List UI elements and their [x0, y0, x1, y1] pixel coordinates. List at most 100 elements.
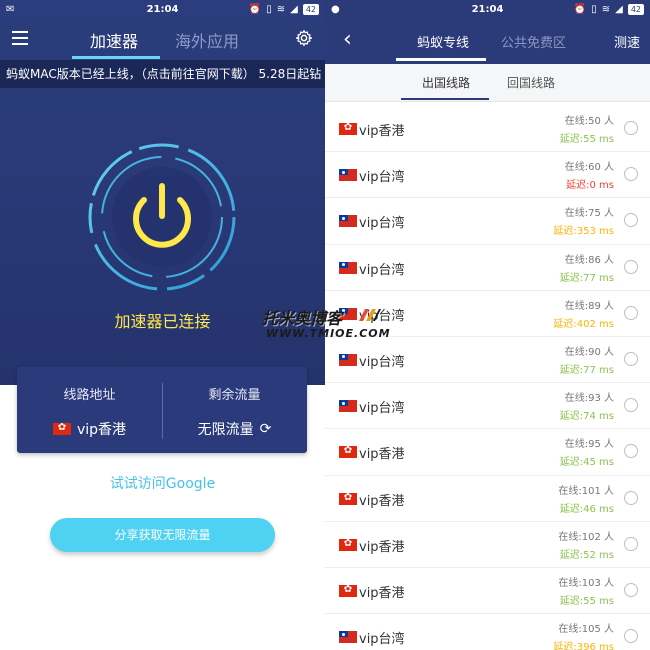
server-select-radio[interactable] [624, 121, 638, 135]
server-online-count: 在线:103 人 [558, 577, 614, 589]
server-select-radio[interactable] [624, 490, 638, 505]
hong-kong-flag-icon [339, 121, 357, 135]
hong-kong-flag-icon [339, 537, 357, 551]
server-row[interactable]: vip台湾 在线:60 人延迟:0 ms [325, 152, 650, 199]
tab-outbound[interactable]: 出国线路 [422, 74, 470, 91]
menu-icon[interactable] [12, 31, 28, 45]
server-name: vip香港 [359, 493, 405, 509]
server-name: vip香港 [359, 447, 405, 463]
speed-test-button[interactable]: 测速 [614, 32, 640, 51]
server-row[interactable]: vip香港 在线:50 人延迟:55 ms [325, 106, 650, 153]
tab-inbound[interactable]: 回国线路 [507, 74, 555, 91]
server-select-radio[interactable] [624, 213, 638, 228]
tab-overseas-apps[interactable]: 海外应用 [175, 28, 239, 52]
tab-accelerator[interactable]: 加速器 [90, 28, 138, 52]
status-bar: ✉ 21:04 ⏰ ▯ ≋ ◢ 42 [0, 0, 325, 18]
server-latency: 延迟:55 ms [559, 595, 614, 607]
server-latency: 延迟:353 ms [553, 226, 614, 238]
share-button[interactable]: 分享获取无限流量 [50, 518, 275, 552]
route-name: vip香港 [76, 422, 127, 438]
taiwan-flag-icon [339, 261, 357, 274]
server-row[interactable]: vip香港 在线:95 人延迟:45 ms [325, 429, 650, 476]
settings-gear-icon[interactable] [295, 29, 313, 47]
server-list: vip香港在线:50 人延迟:55 msvip台湾在线:60 人延迟:0 msv… [325, 106, 650, 650]
status-time: 21:04 [471, 3, 504, 15]
hong-kong-flag-icon [339, 444, 357, 459]
try-google-link[interactable]: 试试访问Google [0, 473, 325, 493]
server-row[interactable]: vip台湾 在线:105 人延迟:396 ms [325, 614, 650, 650]
server-name: vip台湾 [359, 401, 405, 417]
connection-status: 加速器已连接 [114, 312, 211, 331]
hong-kong-flag-icon [339, 583, 357, 597]
hong-kong-flag-icon [339, 491, 357, 505]
server-select-radio[interactable] [624, 351, 638, 366]
server-row[interactable]: vip香港 在线:103 人延迟:55 ms [325, 568, 650, 615]
traffic-label: 剩余流量 [208, 388, 261, 403]
traffic-amount: 无限流量 [197, 422, 254, 438]
tab-public-free[interactable]: 公共免费区 [501, 32, 566, 51]
server-online-count: 在线:89 人 [564, 300, 614, 312]
hong-kong-flag-icon [52, 421, 71, 435]
server-latency: 延迟:77 ms [559, 272, 614, 284]
server-name: vip香港 [359, 585, 405, 601]
server-online-count: 在线:93 人 [564, 393, 614, 405]
server-name: vip台湾 [359, 632, 405, 648]
server-select-radio[interactable] [624, 305, 638, 320]
server-select-radio[interactable] [624, 629, 638, 644]
server-select-radio[interactable] [624, 167, 638, 182]
top-app-bar: ‹ 蚂蚁专线 公共免费区 测速 [325, 18, 650, 64]
taiwan-flag-icon [339, 400, 357, 413]
server-latency: 延迟:77 ms [559, 364, 614, 376]
server-row[interactable]: vip台湾 在线:90 人延迟:77 ms [325, 337, 650, 384]
server-latency: 延迟:0 ms [566, 180, 614, 192]
power-button[interactable] [87, 142, 237, 292]
server-select-radio[interactable] [624, 259, 638, 274]
server-select-radio[interactable] [624, 582, 638, 597]
server-online-count: 在线:101 人 [558, 485, 614, 497]
tab-indicator [396, 58, 486, 61]
server-select-radio[interactable] [624, 536, 638, 551]
server-name: vip香港 [359, 124, 405, 139]
status-time: 21:04 [146, 3, 179, 15]
announcement-ticker[interactable]: 蚂蚁MAC版本已经上线，（点击前往官网下载） 5.28日起钻 [0, 60, 325, 88]
server-online-count: 在线:90 人 [564, 346, 614, 358]
tab-indicator [72, 56, 160, 59]
route-value[interactable]: vip香港 [17, 419, 162, 439]
server-latency: 延迟:46 ms [559, 503, 614, 515]
server-latency: 延迟:52 ms [559, 549, 614, 561]
server-name: vip台湾 [359, 354, 405, 370]
server-online-count: 在线:95 人 [564, 439, 614, 451]
server-list-screen: ● 21:04 ⏰ ▯ ≋ ◢ 42 ‹ 蚂蚁专线 公共免费区 测速 出国线路 … [325, 0, 650, 650]
server-row[interactable]: vip台湾 在线:89 人延迟:402 ms [325, 291, 650, 337]
server-online-count: 在线:75 人 [564, 208, 614, 220]
taiwan-flag-icon [339, 215, 357, 228]
server-latency: 延迟:55 ms [559, 134, 614, 145]
route-direction-tabs: 出国线路 回国线路 [325, 64, 650, 102]
route-label: 线路地址 [63, 388, 116, 403]
server-online-count: 在线:102 人 [558, 531, 614, 543]
server-row[interactable]: vip台湾 在线:93 人延迟:74 ms [325, 383, 650, 430]
server-select-radio[interactable] [624, 444, 638, 459]
server-row[interactable]: vip香港 在线:102 人延迟:52 ms [325, 522, 650, 568]
server-latency: 延迟:396 ms [553, 642, 614, 650]
server-row[interactable]: vip台湾 在线:86 人延迟:77 ms [325, 245, 650, 291]
server-row[interactable]: vip台湾 在线:75 人延迟:353 ms [325, 198, 650, 245]
server-latency: 延迟:45 ms [559, 457, 614, 469]
tab-ant-lines[interactable]: 蚂蚁专线 [417, 32, 469, 51]
server-row[interactable]: vip香港 在线:101 人延迟:46 ms [325, 476, 650, 522]
refresh-icon[interactable]: ⟳ [260, 421, 272, 437]
subtab-indicator [401, 98, 489, 100]
server-online-count: 在线:105 人 [558, 624, 614, 636]
server-select-radio[interactable] [624, 398, 638, 413]
server-online-count: 在线:86 人 [564, 254, 614, 266]
server-online-count: 在线:50 人 [564, 116, 614, 127]
server-online-count: 在线:60 人 [564, 162, 614, 174]
server-latency: 延迟:74 ms [559, 411, 614, 423]
route-section[interactable]: 线路地址 vip香港 [17, 367, 162, 453]
server-name: vip台湾 [359, 262, 405, 278]
server-name: vip台湾 [359, 170, 405, 186]
traffic-section: 剩余流量 无限流量 ⟳ [162, 367, 307, 453]
server-name: vip台湾 [359, 308, 405, 324]
back-arrow-icon[interactable]: ‹ [343, 29, 352, 51]
taiwan-flag-icon [339, 169, 357, 182]
